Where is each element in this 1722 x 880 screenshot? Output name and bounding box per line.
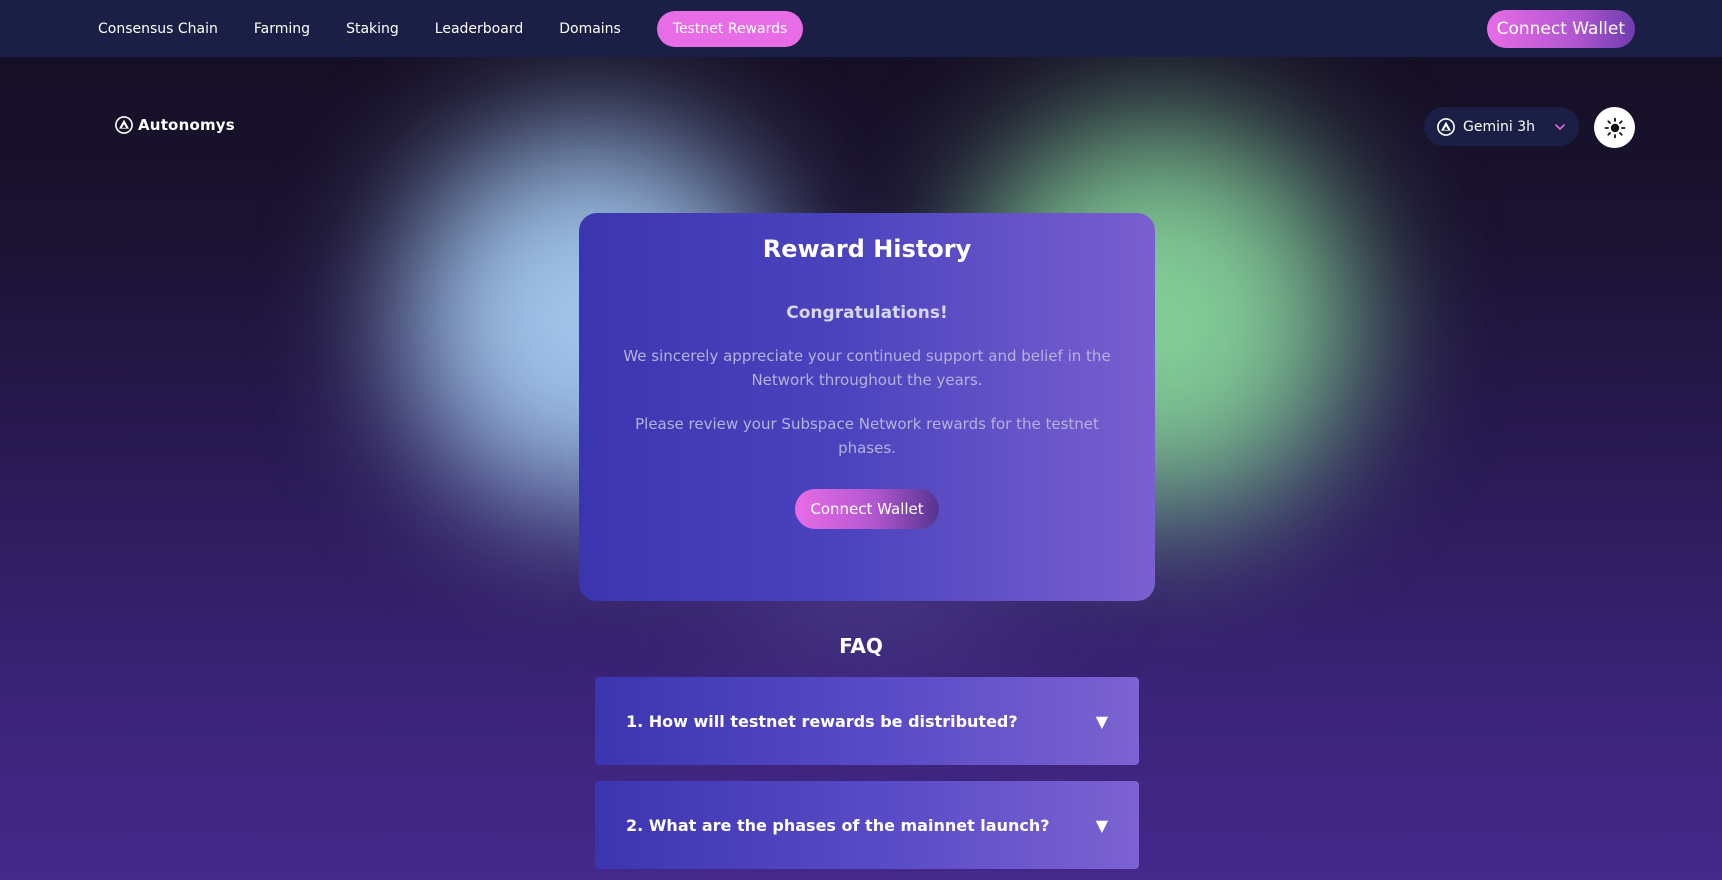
sun-icon [1604, 117, 1625, 138]
nav-link-leaderboard[interactable]: Leaderboard [435, 21, 523, 37]
nav-link-farming[interactable]: Farming [254, 21, 310, 37]
faq-title: FAQ [839, 634, 883, 658]
appreciation-text: We sincerely appreciate your continued s… [623, 347, 1111, 389]
nav-link-domains[interactable]: Domains [559, 21, 621, 37]
autonomys-logo-icon [115, 116, 133, 134]
faq-item-1[interactable]: 1. How will testnet rewards be distribut… [595, 677, 1139, 765]
nav-link-testnet-rewards[interactable]: Testnet Rewards [656, 10, 804, 47]
network-selector-label: Gemini 3h [1463, 118, 1535, 135]
congratulations-heading: Congratulations! [786, 303, 948, 323]
connect-wallet-button[interactable]: Connect Wallet [1486, 10, 1635, 48]
chevron-down-icon [1555, 123, 1565, 130]
expand-triangle-icon: ▼ [1095, 815, 1108, 835]
brand-logo-link[interactable]: Autonomys [115, 116, 235, 134]
network-selector[interactable]: Gemini 3h [1424, 107, 1579, 146]
brand-name: Autonomys [138, 116, 235, 134]
faq-question: 2. What are the phases of the mainnet la… [626, 815, 1050, 835]
reward-history-card: Reward History Congratulations! We since… [579, 213, 1155, 601]
nav-link-staking[interactable]: Staking [346, 21, 399, 37]
nav-link-consensus-chain[interactable]: Consensus Chain [98, 21, 218, 37]
top-nav: Consensus Chain Farming Staking Leaderbo… [0, 0, 1722, 57]
expand-triangle-icon: ▼ [1095, 711, 1108, 731]
nav-links: Consensus Chain Farming Staking Leaderbo… [98, 0, 804, 57]
theme-toggle-button[interactable] [1594, 107, 1635, 148]
review-rewards-text: Please review your Subspace Network rewa… [635, 415, 1099, 457]
card-connect-wallet-button[interactable]: Connect Wallet [795, 489, 939, 529]
faq-question: 1. How will testnet rewards be distribut… [626, 711, 1018, 731]
reward-history-title: Reward History [762, 235, 972, 263]
autonomys-network-icon [1437, 117, 1455, 136]
faq-item-2[interactable]: 2. What are the phases of the mainnet la… [595, 781, 1139, 869]
